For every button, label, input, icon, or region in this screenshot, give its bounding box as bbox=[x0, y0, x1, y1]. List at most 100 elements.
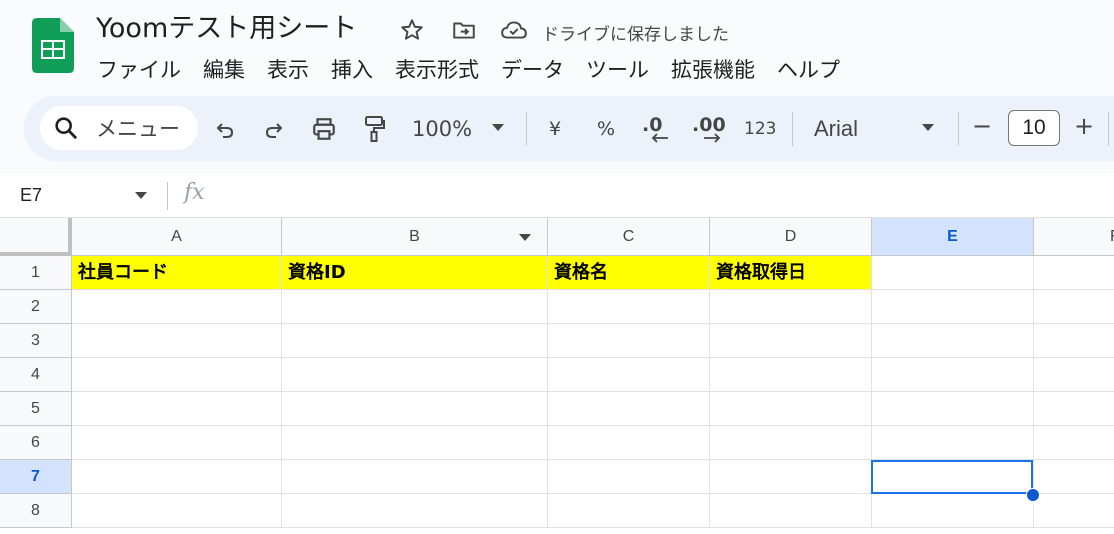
sheets-logo-icon[interactable] bbox=[32, 18, 74, 73]
cell-b2[interactable] bbox=[282, 290, 548, 324]
cell-f3[interactable] bbox=[1034, 324, 1114, 358]
cell-a6[interactable] bbox=[72, 426, 282, 460]
cell-f6[interactable] bbox=[1034, 426, 1114, 460]
menu-view[interactable]: 表示 bbox=[256, 54, 320, 86]
cell-d1[interactable]: 資格取得日 bbox=[710, 256, 872, 290]
menu-edit[interactable]: 編集 bbox=[192, 54, 256, 86]
number-format-button[interactable]: 123 bbox=[744, 116, 776, 142]
cell-b6[interactable] bbox=[282, 426, 548, 460]
cell-f7[interactable] bbox=[1034, 460, 1114, 494]
font-size-decrease-button[interactable]: − bbox=[972, 113, 992, 139]
cell-e3[interactable] bbox=[872, 324, 1034, 358]
save-status: ドライブに保存しました bbox=[542, 25, 729, 45]
font-size-input[interactable]: 10 bbox=[1008, 110, 1060, 146]
cell-e2[interactable] bbox=[872, 290, 1034, 324]
cell-c5[interactable] bbox=[548, 392, 710, 426]
paint-format-icon[interactable] bbox=[357, 112, 391, 146]
cell-d7[interactable] bbox=[710, 460, 872, 494]
column-header-b[interactable]: B bbox=[282, 218, 548, 256]
cell-d4[interactable] bbox=[710, 358, 872, 392]
font-size-increase-button[interactable]: + bbox=[1074, 113, 1094, 139]
column-b-dropdown-icon[interactable] bbox=[518, 233, 532, 243]
column-header-c[interactable]: C bbox=[548, 218, 710, 256]
column-header-d[interactable]: D bbox=[710, 218, 872, 256]
cell-f4[interactable] bbox=[1034, 358, 1114, 392]
undo-icon[interactable] bbox=[208, 112, 242, 146]
row-header-4[interactable]: 4 bbox=[0, 358, 72, 392]
print-icon[interactable] bbox=[307, 112, 341, 146]
cell-d3[interactable] bbox=[710, 324, 872, 358]
zoom-select[interactable]: 100% bbox=[412, 116, 472, 142]
zoom-caret-icon[interactable] bbox=[490, 123, 506, 133]
cell-f8[interactable] bbox=[1034, 494, 1114, 528]
font-family-select[interactable]: Arial bbox=[814, 116, 858, 142]
cell-b8[interactable] bbox=[282, 494, 548, 528]
selected-cell-e7[interactable] bbox=[871, 460, 1033, 494]
menu-data[interactable]: データ bbox=[490, 54, 575, 86]
menu-extensions[interactable]: 拡張機能 bbox=[660, 54, 766, 86]
row-header-7[interactable]: 7 bbox=[0, 460, 72, 494]
cell-b3[interactable] bbox=[282, 324, 548, 358]
row-header-6[interactable]: 6 bbox=[0, 426, 72, 460]
cell-e4[interactable] bbox=[872, 358, 1034, 392]
cell-c1[interactable]: 資格名 bbox=[548, 256, 710, 290]
row-header-5[interactable]: 5 bbox=[0, 392, 72, 426]
cell-a5[interactable] bbox=[72, 392, 282, 426]
cell-c6[interactable] bbox=[548, 426, 710, 460]
move-folder-icon[interactable] bbox=[450, 16, 478, 44]
cell-a8[interactable] bbox=[72, 494, 282, 528]
cell-a2[interactable] bbox=[72, 290, 282, 324]
font-caret-icon[interactable] bbox=[920, 123, 936, 133]
column-header-f[interactable]: F bbox=[1034, 218, 1114, 256]
cell-d6[interactable] bbox=[710, 426, 872, 460]
menu-help[interactable]: ヘルプ bbox=[766, 54, 851, 86]
cell-f1[interactable] bbox=[1034, 256, 1114, 290]
cell-b5[interactable] bbox=[282, 392, 548, 426]
cell-c8[interactable] bbox=[548, 494, 710, 528]
cell-a1[interactable]: 社員コード bbox=[72, 256, 282, 290]
menu-insert[interactable]: 挿入 bbox=[320, 54, 384, 86]
menu-tools[interactable]: ツール bbox=[575, 54, 660, 86]
row-header-3[interactable]: 3 bbox=[0, 324, 72, 358]
cell-a7[interactable] bbox=[72, 460, 282, 494]
cell-e8[interactable] bbox=[872, 494, 1034, 528]
cell-f2[interactable] bbox=[1034, 290, 1114, 324]
cell-a3[interactable] bbox=[72, 324, 282, 358]
cell-b7[interactable] bbox=[282, 460, 548, 494]
cell-c2[interactable] bbox=[548, 290, 710, 324]
cell-e1[interactable] bbox=[872, 256, 1034, 290]
cell-a4[interactable] bbox=[72, 358, 282, 392]
cloud-saved-icon[interactable] bbox=[500, 16, 528, 44]
cell-d5[interactable] bbox=[710, 392, 872, 426]
menu-format[interactable]: 表示形式 bbox=[384, 54, 490, 86]
name-box-caret-icon[interactable] bbox=[133, 188, 149, 202]
row-header-2[interactable]: 2 bbox=[0, 290, 72, 324]
fill-handle[interactable] bbox=[1026, 488, 1040, 502]
cell-c4[interactable] bbox=[548, 358, 710, 392]
row-header-1[interactable]: 1 bbox=[0, 256, 72, 290]
cell-f5[interactable] bbox=[1034, 392, 1114, 426]
sheet-grid[interactable]: A B C D E F 1 2 3 4 5 6 7 8 社員コード資格ID資格名… bbox=[0, 218, 1114, 534]
cell-b1[interactable]: 資格ID bbox=[282, 256, 548, 290]
redo-icon[interactable] bbox=[257, 112, 291, 146]
menu-search-label[interactable]: メニュー bbox=[96, 116, 180, 142]
select-all-corner[interactable] bbox=[0, 218, 72, 256]
decrease-decimal-button[interactable]: .0 bbox=[640, 112, 674, 146]
cell-c7[interactable] bbox=[548, 460, 710, 494]
menu-file[interactable]: ファイル bbox=[86, 54, 192, 86]
cell-c3[interactable] bbox=[548, 324, 710, 358]
column-header-a[interactable]: A bbox=[72, 218, 282, 256]
cell-b4[interactable] bbox=[282, 358, 548, 392]
increase-decimal-button[interactable]: .00 bbox=[690, 112, 730, 146]
percent-format-button[interactable]: % bbox=[597, 116, 615, 142]
cell-e5[interactable] bbox=[872, 392, 1034, 426]
star-icon[interactable] bbox=[398, 16, 426, 44]
cell-d2[interactable] bbox=[710, 290, 872, 324]
document-title[interactable]: Yoomテスト用シート bbox=[96, 12, 357, 46]
name-box[interactable]: E7 bbox=[20, 183, 42, 207]
column-header-e[interactable]: E bbox=[872, 218, 1034, 256]
row-header-8[interactable]: 8 bbox=[0, 494, 72, 528]
currency-format-button[interactable]: ¥ bbox=[549, 116, 561, 142]
cell-d8[interactable] bbox=[710, 494, 872, 528]
cell-e6[interactable] bbox=[872, 426, 1034, 460]
